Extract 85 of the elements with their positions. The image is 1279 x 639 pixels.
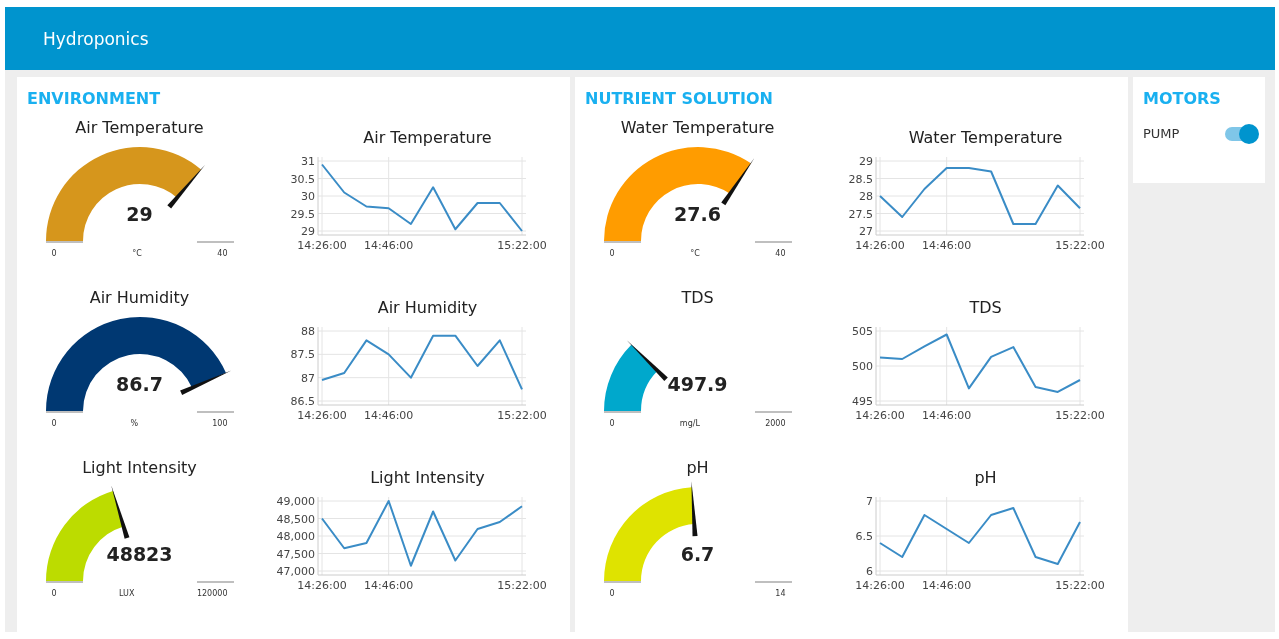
x-tick-label: 14:26:00 bbox=[297, 579, 347, 592]
x-tick-label: 14:26:00 bbox=[855, 409, 905, 422]
gauge-unit: mg/L bbox=[679, 419, 700, 428]
gauge-title: Water Temperature bbox=[620, 118, 775, 137]
y-tick-label: 29 bbox=[301, 225, 315, 238]
gauge-value: 27.6 bbox=[674, 203, 721, 225]
y-tick-label: 86.5 bbox=[290, 395, 315, 408]
gauge-value: 497.9 bbox=[667, 373, 728, 395]
group-title: MOTORS bbox=[1143, 89, 1222, 108]
y-tick-label: 505 bbox=[852, 325, 873, 338]
y-tick-label: 29.5 bbox=[290, 207, 315, 221]
group-title: ENVIRONMENT bbox=[27, 89, 162, 108]
y-tick-label: 7 bbox=[866, 495, 873, 508]
x-tick-label: 14:26:00 bbox=[297, 409, 347, 422]
x-tick-label: 14:26:00 bbox=[297, 239, 347, 252]
y-tick-label: 31 bbox=[301, 155, 315, 168]
y-tick-label: 87 bbox=[301, 371, 315, 385]
gauge-value: 86.7 bbox=[116, 373, 163, 395]
gauge-min-label: 0 bbox=[609, 419, 615, 428]
y-tick-label: 27 bbox=[859, 225, 873, 238]
gauge-max-label: 40 bbox=[775, 249, 786, 258]
gauge-min-label: 0 bbox=[51, 249, 57, 258]
gauge-min-label: 0 bbox=[609, 589, 615, 598]
x-tick-label: 15:22:00 bbox=[1055, 409, 1105, 422]
gauge-title: Air Humidity bbox=[89, 288, 190, 307]
chart-title: Air Temperature bbox=[362, 128, 492, 147]
gauge-value: 48823 bbox=[106, 543, 173, 565]
gauge-max-label: 40 bbox=[217, 249, 228, 258]
chart-title: Light Intensity bbox=[369, 468, 485, 487]
gauge-needle bbox=[166, 164, 205, 209]
x-tick-label: 15:22:00 bbox=[497, 239, 547, 252]
gauge-max-label: 120000 bbox=[196, 589, 228, 598]
gauge-max-label: 14 bbox=[775, 589, 786, 598]
x-tick-label: 14:46:00 bbox=[921, 579, 972, 592]
gauge-min-label: 0 bbox=[51, 589, 57, 598]
y-tick-label: 28.5 bbox=[848, 172, 873, 186]
y-tick-label: 29 bbox=[859, 155, 873, 168]
gauge-max-label: 100 bbox=[212, 419, 228, 428]
x-tick-label: 14:46:00 bbox=[363, 409, 414, 422]
gauge-title: pH bbox=[686, 458, 709, 477]
x-tick-label: 15:22:00 bbox=[1055, 579, 1105, 592]
gauge-unit: % bbox=[130, 419, 139, 428]
y-tick-label: 6 bbox=[866, 565, 873, 578]
x-tick-label: 14:46:00 bbox=[363, 579, 414, 592]
x-tick-label: 14:26:00 bbox=[855, 579, 905, 592]
x-tick-label: 14:46:00 bbox=[921, 239, 972, 252]
y-tick-label: 27.5 bbox=[848, 207, 873, 221]
chart-title: pH bbox=[973, 468, 997, 487]
gauge-unit: °C bbox=[690, 249, 700, 258]
y-tick-label: 48,000 bbox=[276, 530, 315, 543]
gauge-unit: °C bbox=[132, 249, 142, 258]
y-tick-label: 49,000 bbox=[276, 495, 315, 508]
gauge-value: 29 bbox=[126, 203, 153, 225]
y-tick-label: 87.5 bbox=[290, 348, 315, 362]
x-tick-label: 14:26:00 bbox=[855, 239, 905, 252]
x-tick-label: 14:46:00 bbox=[363, 239, 414, 252]
x-tick-label: 15:22:00 bbox=[497, 409, 547, 422]
y-tick-label: 495 bbox=[852, 395, 873, 408]
y-tick-label: 47,000 bbox=[276, 565, 315, 578]
x-tick-label: 15:22:00 bbox=[497, 579, 547, 592]
gauge-unit: LUX bbox=[119, 589, 135, 598]
y-tick-label: 48,500 bbox=[276, 512, 315, 526]
x-tick-label: 14:46:00 bbox=[921, 409, 972, 422]
gauge-min-label: 0 bbox=[609, 249, 615, 258]
y-tick-label: 47,500 bbox=[276, 547, 315, 561]
chart-title: TDS bbox=[968, 298, 1002, 317]
gauge-title: Light Intensity bbox=[82, 458, 197, 477]
group-title: NUTRIENT SOLUTION bbox=[585, 89, 774, 108]
y-tick-label: 88 bbox=[301, 325, 315, 338]
gauge-needle bbox=[690, 481, 698, 537]
y-tick-label: 30.5 bbox=[290, 172, 315, 186]
y-tick-label: 28 bbox=[859, 190, 873, 203]
y-tick-label: 30 bbox=[301, 190, 315, 203]
gauge-min-label: 0 bbox=[51, 419, 57, 428]
gauge-title: TDS bbox=[681, 288, 714, 307]
gauge-max-label: 2000 bbox=[765, 419, 786, 428]
switch-label: PUMP bbox=[1143, 126, 1180, 141]
gauge-title: Air Temperature bbox=[75, 118, 204, 137]
app-title: Hydroponics bbox=[43, 28, 149, 49]
x-tick-label: 15:22:00 bbox=[1055, 239, 1105, 252]
y-tick-label: 500 bbox=[852, 360, 873, 373]
y-tick-label: 6.5 bbox=[855, 530, 873, 543]
gauge-value: 6.7 bbox=[680, 543, 715, 565]
chart-title: Air Humidity bbox=[376, 298, 478, 317]
chart-title: Water Temperature bbox=[907, 128, 1063, 147]
